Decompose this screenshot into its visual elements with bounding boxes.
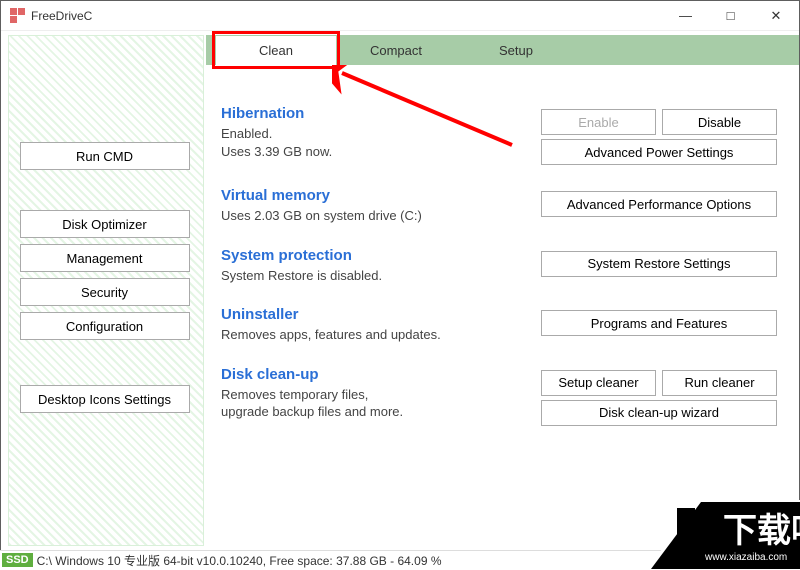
tab-clean[interactable]: Clean	[216, 35, 336, 65]
section-hibernation: Hibernation Enabled. Uses 3.39 GB now. E…	[221, 105, 799, 165]
section-system-protection: System protection System Restore is disa…	[221, 247, 799, 285]
sp-text: System Restore is disabled.	[221, 267, 541, 285]
clean-panel: Hibernation Enabled. Uses 3.39 GB now. E…	[206, 65, 799, 426]
content: Run CMD Disk Optimizer Management Securi…	[1, 31, 799, 550]
programs-and-features-button[interactable]: Programs and Features	[541, 310, 777, 336]
dc-title: Disk clean-up	[221, 366, 541, 383]
disk-cleanup-wizard-button[interactable]: Disk clean-up wizard	[541, 400, 777, 426]
section-virtual-memory: Virtual memory Uses 2.03 GB on system dr…	[221, 187, 799, 225]
window-close-button[interactable]: ✕	[753, 1, 799, 31]
titlebar: FreeDriveC — □ ✕	[1, 1, 799, 31]
run-cleaner-button[interactable]: Run cleaner	[662, 370, 777, 396]
setup-cleaner-button[interactable]: Setup cleaner	[541, 370, 656, 396]
un-title: Uninstaller	[221, 306, 541, 323]
dc-text: Removes temporary files, upgrade backup …	[221, 386, 541, 421]
ssd-badge: SSD	[2, 553, 33, 567]
dc-line2: upgrade backup files and more.	[221, 404, 403, 419]
vm-title: Virtual memory	[221, 187, 541, 204]
disk-optimizer-button[interactable]: Disk Optimizer	[20, 210, 190, 238]
hibernation-disable-button[interactable]: Disable	[662, 109, 777, 135]
configuration-button[interactable]: Configuration	[20, 312, 190, 340]
app-icon	[9, 8, 25, 24]
system-restore-settings-button[interactable]: System Restore Settings	[541, 251, 777, 277]
main-panel: Clean Compact Setup Hibernation Enabled.…	[206, 31, 799, 550]
tab-setup[interactable]: Setup	[456, 35, 576, 65]
vm-text: Uses 2.03 GB on system drive (C:)	[221, 207, 541, 225]
security-button[interactable]: Security	[20, 278, 190, 306]
advanced-power-settings-button[interactable]: Advanced Power Settings	[541, 139, 777, 165]
hibernation-line2: Uses 3.39 GB now.	[221, 144, 332, 159]
advanced-performance-options-button[interactable]: Advanced Performance Options	[541, 191, 777, 217]
hibernation-enable-button[interactable]: Enable	[541, 109, 656, 135]
hibernation-title: Hibernation	[221, 105, 541, 122]
status-bar: SSD C:\ Windows 10 专业版 64-bit v10.0.1024…	[0, 550, 800, 569]
hibernation-line1: Enabled.	[221, 126, 272, 141]
sidebar: Run CMD Disk Optimizer Management Securi…	[1, 31, 206, 550]
window-minimize-button[interactable]: —	[663, 1, 708, 31]
run-cmd-button[interactable]: Run CMD	[20, 142, 190, 170]
management-button[interactable]: Management	[20, 244, 190, 272]
app-title: FreeDriveC	[31, 9, 92, 23]
tab-bar: Clean Compact Setup	[206, 35, 799, 65]
section-uninstaller: Uninstaller Removes apps, features and u…	[221, 306, 799, 344]
dc-line1: Removes temporary files,	[221, 387, 368, 402]
tab-compact[interactable]: Compact	[336, 35, 456, 65]
hibernation-text: Enabled. Uses 3.39 GB now.	[221, 125, 541, 160]
window-maximize-button[interactable]: □	[708, 1, 753, 31]
un-text: Removes apps, features and updates.	[221, 326, 541, 344]
status-text: C:\ Windows 10 专业版 64-bit v10.0.10240, F…	[37, 552, 442, 569]
section-disk-cleanup: Disk clean-up Removes temporary files, u…	[221, 366, 799, 426]
desktop-icons-button[interactable]: Desktop Icons Settings	[20, 385, 190, 413]
sp-title: System protection	[221, 247, 541, 264]
